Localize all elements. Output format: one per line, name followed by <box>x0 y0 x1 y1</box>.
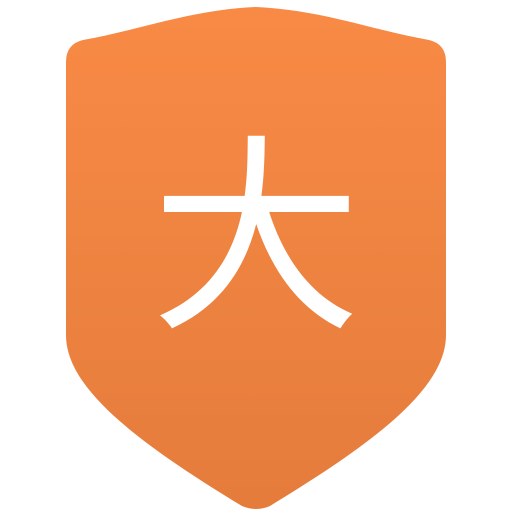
shield-body <box>66 7 446 509</box>
shield-icon <box>66 7 446 509</box>
app-icon: 大 <box>0 0 512 512</box>
